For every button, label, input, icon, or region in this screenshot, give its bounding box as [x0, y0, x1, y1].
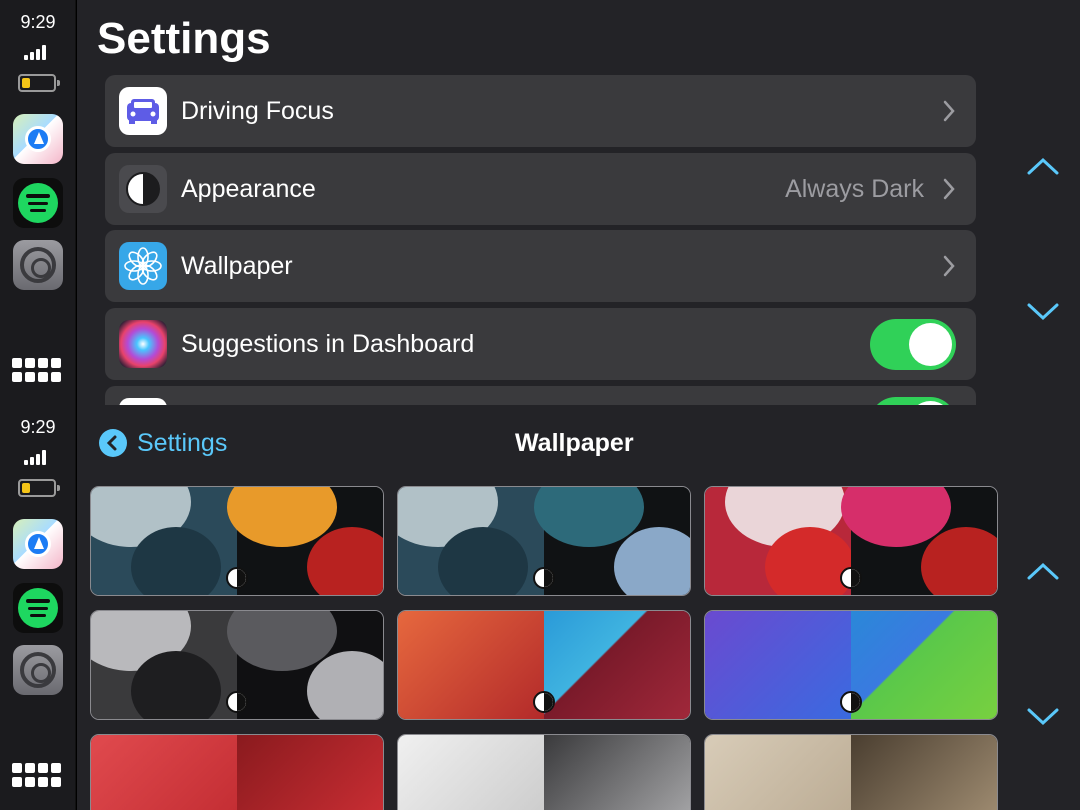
wallpaper-screen: 9:29 Settings Wallpaper: [0, 405, 1080, 810]
wallpaper-tile[interactable]: [704, 734, 998, 810]
wallpaper-tile[interactable]: [90, 610, 384, 720]
partial-row-icon: [119, 398, 167, 405]
chevron-left-icon: [99, 429, 127, 457]
signal-icon: [24, 44, 52, 60]
appearance-mode-icon: [840, 691, 862, 713]
page-title: Settings: [97, 14, 271, 63]
wallpaper-tile[interactable]: [397, 734, 691, 810]
battery-icon: [18, 479, 60, 497]
maps-app-icon[interactable]: [13, 519, 63, 569]
wallpaper-tile[interactable]: [90, 486, 384, 596]
row-wallpaper[interactable]: Wallpaper: [105, 230, 976, 302]
row-driving-focus[interactable]: Driving Focus: [105, 75, 976, 147]
wallpaper-tile[interactable]: [397, 486, 691, 596]
settings-app-icon[interactable]: [13, 240, 63, 290]
wallpaper-tile[interactable]: [704, 610, 998, 720]
appearance-mode-icon: [226, 691, 248, 713]
row-suggestions-in-dashboard: Suggestions in Dashboard: [105, 308, 976, 380]
status-time: 9:29: [20, 12, 56, 32]
settings-screen: 9:29 Settings Driving Focus Appearance A…: [0, 0, 1080, 405]
row-label: Suggestions in Dashboard: [181, 330, 475, 358]
appearance-mode-icon: [840, 567, 862, 589]
spotify-app-icon[interactable]: [13, 583, 63, 633]
page-title: Wallpaper: [515, 429, 634, 457]
wallpaper-tile[interactable]: [90, 734, 384, 810]
carplay-sidebar: 9:29: [0, 405, 76, 810]
scroll-down-icon[interactable]: [1025, 705, 1061, 727]
signal-icon: [24, 449, 52, 465]
row-label: Wallpaper: [181, 252, 293, 280]
wallpaper-panel: Settings Wallpaper: [77, 405, 1080, 810]
maps-app-icon[interactable]: [13, 114, 63, 164]
scroll-up-icon[interactable]: [1025, 560, 1061, 582]
scroll-up-icon[interactable]: [1025, 155, 1061, 177]
scroll-down-icon[interactable]: [1025, 300, 1061, 322]
chevron-right-icon: [943, 100, 955, 122]
wallpaper-tile[interactable]: [397, 610, 691, 720]
status-time: 9:29: [20, 417, 56, 437]
appearance-mode-icon: [226, 567, 248, 589]
carplay-sidebar: 9:29: [0, 0, 76, 405]
partial-row-toggle[interactable]: [870, 397, 956, 405]
settings-app-icon[interactable]: [13, 645, 63, 695]
battery-icon: [18, 74, 60, 92]
wallpaper-tile[interactable]: [704, 486, 998, 596]
row-appearance[interactable]: Appearance Always Dark: [105, 153, 976, 225]
row-partial[interactable]: [105, 386, 976, 405]
appearance-mode-icon: [533, 691, 555, 713]
appearance-mode-icon: [533, 567, 555, 589]
chevron-right-icon: [943, 255, 955, 277]
spotify-app-icon[interactable]: [13, 178, 63, 228]
app-grid-icon[interactable]: [12, 358, 64, 386]
back-button[interactable]: Settings: [99, 429, 227, 457]
row-label: Appearance: [181, 175, 316, 203]
row-value: Always Dark: [785, 175, 924, 203]
settings-panel: Settings Driving Focus Appearance Always…: [77, 0, 1080, 405]
suggestions-toggle[interactable]: [870, 319, 956, 370]
siri-icon: [119, 320, 167, 368]
flower-icon: [119, 242, 167, 290]
appearance-icon: [119, 165, 167, 213]
chevron-right-icon: [943, 178, 955, 200]
app-grid-icon[interactable]: [12, 763, 64, 791]
row-label: Driving Focus: [181, 97, 334, 125]
back-label: Settings: [137, 428, 228, 457]
car-icon: [119, 87, 167, 135]
